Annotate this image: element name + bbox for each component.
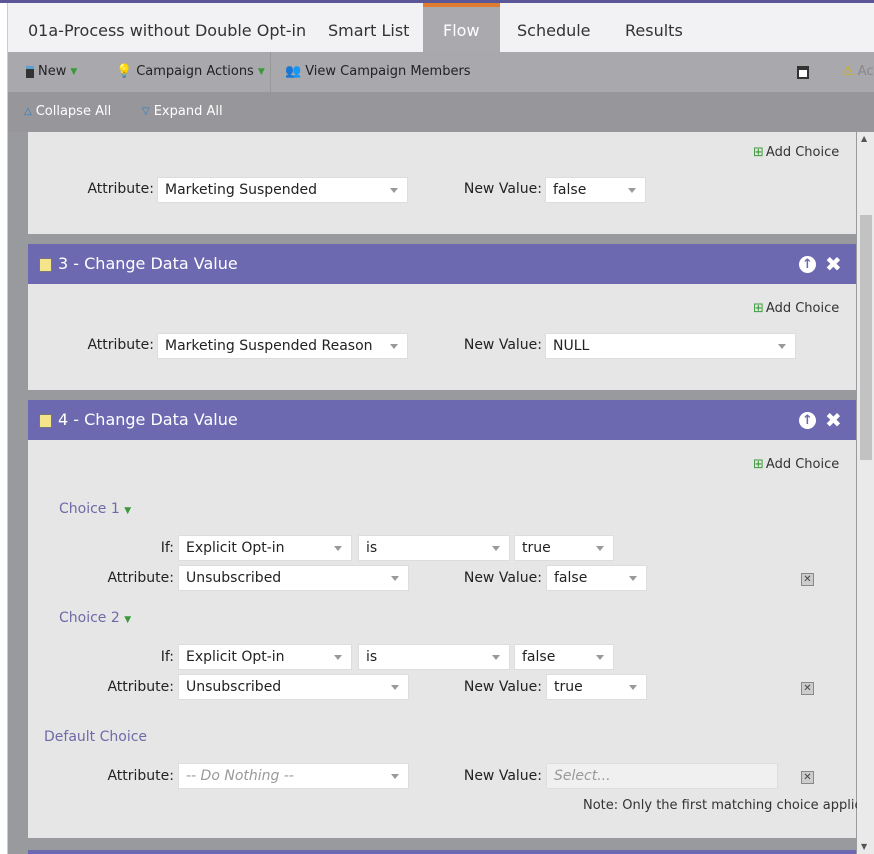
- members-icon: 👥: [285, 64, 302, 79]
- toolbar: New ▼ 💡 Campaign Actions ▼ 👥 View Campaign M…: [8, 52, 874, 92]
- warning-icon: ⚠: [842, 64, 854, 79]
- choice-note: Note: Only the first matching choice app…: [583, 798, 870, 813]
- if-value-select[interactable]: true: [514, 535, 614, 561]
- expand-icon: ▽: [142, 106, 150, 117]
- new-value-label: New Value:: [463, 679, 542, 695]
- step3-header[interactable]: 3 - Change Data Value ↑ ✖: [28, 244, 856, 284]
- new-button[interactable]: New ▼: [26, 52, 77, 92]
- choice2-toggle[interactable]: Choice 2 ▼: [59, 610, 131, 626]
- new-value-input[interactable]: Select...: [546, 763, 778, 789]
- operator-select[interactable]: is: [358, 644, 510, 670]
- window-icon[interactable]: [797, 66, 809, 79]
- view-members-label: View Campaign Members: [305, 64, 471, 79]
- close-icon[interactable]: ✖: [825, 244, 842, 284]
- attribute-label: Attribute:: [107, 679, 174, 695]
- if-field-select[interactable]: Explicit Opt-in: [178, 644, 352, 670]
- if-field-select[interactable]: Explicit Opt-in: [178, 535, 352, 561]
- step4-header[interactable]: 4 - Change Data Value ↑ ✖: [28, 400, 856, 440]
- collapse-label: Collapse All: [35, 104, 112, 119]
- add-choice-icon: ⊞: [753, 145, 764, 160]
- add-choice-button[interactable]: ⊞ Add Choice: [753, 145, 839, 160]
- dropdown-icon: ▼: [70, 67, 78, 77]
- add-choice-button[interactable]: ⊞ Add Choice: [753, 457, 839, 472]
- attribute-select[interactable]: Marketing Suspended: [157, 177, 408, 203]
- new-value-label: New Value:: [463, 570, 542, 586]
- campaign-actions-label: Campaign Actions: [136, 64, 254, 79]
- move-up-icon[interactable]: ↑: [799, 256, 816, 273]
- add-choice-label: Add Choice: [765, 145, 840, 160]
- operator-select[interactable]: is: [358, 535, 510, 561]
- new-value-select[interactable]: true: [546, 674, 647, 700]
- view-campaign-members-button[interactable]: 👥 View Campaign Members: [285, 52, 471, 92]
- collapse-all-button[interactable]: △ Collapse All: [24, 92, 111, 132]
- if-value-select[interactable]: false: [514, 644, 614, 670]
- expand-label: Expand All: [153, 104, 223, 119]
- attribute-select[interactable]: -- Do Nothing --: [178, 763, 409, 789]
- dropdown-icon: ▼: [124, 615, 132, 625]
- new-value-select[interactable]: false: [546, 565, 647, 591]
- new-value-select[interactable]: NULL: [545, 333, 796, 359]
- add-choice-label: Add Choice: [765, 301, 840, 316]
- campaign-actions-button[interactable]: 💡 Campaign Actions ▼: [116, 52, 265, 92]
- if-label: If:: [160, 649, 174, 665]
- flow-subbar: △ Collapse All ▽ Expand All: [8, 92, 874, 132]
- default-choice-label: Default Choice: [44, 729, 148, 745]
- attribute-label: Attribute:: [87, 337, 154, 353]
- left-panel-edge: [0, 3, 8, 854]
- attribute-label: Attribute:: [107, 570, 174, 586]
- attribute-label: Attribute:: [87, 181, 154, 197]
- delete-choice-icon[interactable]: ✕: [801, 771, 814, 784]
- delete-choice-icon[interactable]: ✕: [801, 573, 814, 586]
- expand-all-button[interactable]: ▽ Expand All: [142, 92, 223, 132]
- add-choice-label: Add Choice: [765, 457, 840, 472]
- if-label: If:: [160, 540, 174, 556]
- change-data-icon: [39, 258, 52, 272]
- tab-flow[interactable]: Flow: [423, 3, 500, 52]
- change-data-icon: [39, 414, 52, 428]
- dropdown-icon: ▼: [124, 506, 132, 516]
- attribute-select[interactable]: Marketing Suspended Reason: [157, 333, 408, 359]
- step3-title: 3 - Change Data Value: [58, 254, 238, 273]
- new-label: New: [38, 64, 67, 79]
- step4-title: 4 - Change Data Value: [58, 410, 238, 429]
- move-up-icon[interactable]: ↑: [799, 412, 816, 429]
- delete-choice-icon[interactable]: ✕: [801, 682, 814, 695]
- attribute-select[interactable]: Unsubscribed: [178, 674, 409, 700]
- new-icon: [26, 66, 34, 78]
- choice1-toggle[interactable]: Choice 1 ▼: [59, 501, 131, 517]
- attribute-select[interactable]: Unsubscribed: [178, 565, 409, 591]
- tab-schedule[interactable]: Schedule: [497, 3, 611, 52]
- lightbulb-icon: 💡: [116, 64, 133, 79]
- alert-label: Ac: [857, 64, 874, 79]
- choice1-label: Choice 1: [59, 501, 120, 517]
- new-value-label: New Value:: [463, 768, 542, 784]
- tab-bar: 01a-Process without Double Opt-in Smart …: [8, 3, 874, 52]
- choice2-label: Choice 2: [59, 610, 120, 626]
- new-value-select[interactable]: false: [545, 177, 646, 203]
- new-value-label: New Value:: [463, 181, 542, 197]
- attribute-label: Attribute:: [107, 768, 174, 784]
- add-choice-button[interactable]: ⊞ Add Choice: [753, 301, 839, 316]
- add-choice-icon: ⊞: [753, 457, 764, 472]
- tab-campaign[interactable]: 01a-Process without Double Opt-in: [8, 3, 326, 52]
- new-value-label: New Value:: [463, 337, 542, 353]
- scroll-down-icon[interactable]: ▼: [861, 842, 867, 851]
- scroll-up-icon[interactable]: ▲: [861, 134, 867, 143]
- alert-button[interactable]: ⚠ Ac: [842, 52, 873, 92]
- scrollbar-thumb[interactable]: [860, 215, 872, 460]
- dropdown-icon: ▼: [257, 67, 265, 77]
- add-choice-icon: ⊞: [753, 301, 764, 316]
- tab-smart-list[interactable]: Smart List: [308, 3, 429, 52]
- toolbar-divider: [270, 52, 271, 92]
- tab-results[interactable]: Results: [605, 3, 703, 52]
- collapse-icon: △: [24, 106, 32, 117]
- close-icon[interactable]: ✖: [825, 400, 842, 440]
- step5-header[interactable]: [28, 850, 856, 854]
